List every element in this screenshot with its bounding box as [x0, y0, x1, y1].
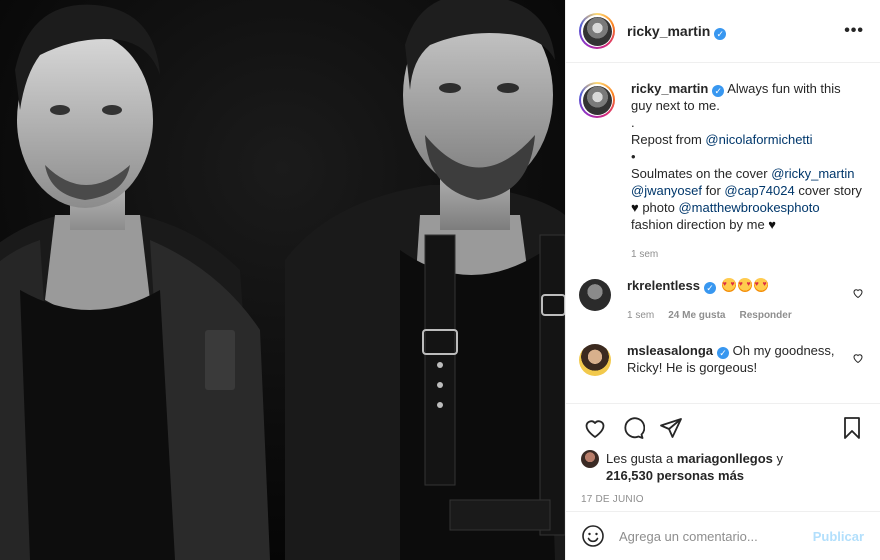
commenter-username[interactable]: msleasalonga [627, 343, 713, 358]
comment-item: msleasalonga ✓ Oh my goodness, Ricky! He … [579, 342, 864, 376]
post-header: ricky_martin ✓ ••• [566, 0, 880, 63]
likes-count[interactable]: 216,530 personas más [606, 468, 744, 483]
caption-username[interactable]: ricky_martin [631, 81, 708, 96]
caption: ricky_martin ✓ Always fun with this guy n… [579, 80, 864, 263]
black-heart-emoji-icon: ♥ [631, 200, 639, 215]
heart-eyes-emoji-icon [753, 276, 768, 293]
caption-bullet: • [631, 149, 636, 164]
repost-label: Repost from [631, 132, 706, 147]
post-actions: Les gusta a mariagonllegos y 216,530 per… [566, 403, 880, 505]
black-heart-emoji-icon: ♥ [768, 217, 777, 232]
caption-text: photo [638, 200, 679, 215]
post-side-panel: ricky_martin ✓ ••• ricky_martin ✓ Always f… [565, 0, 880, 560]
like-heart-icon[interactable] [581, 414, 609, 442]
comment-item: rkrelentless ✓ 1 sem 24 Me gusta Responde… [579, 276, 864, 324]
mention-link[interactable]: @matthewbrookesphoto [678, 200, 819, 215]
caption-text: for [702, 183, 725, 198]
heart-eyes-emoji-icon [721, 276, 736, 293]
likes-prefix: Les gusta a [606, 451, 677, 466]
reply-button[interactable]: Responder [739, 307, 791, 324]
comments-list[interactable]: ricky_martin ✓ Always fun with this guy n… [566, 64, 880, 403]
author-avatar[interactable] [579, 13, 615, 49]
commenter-avatar[interactable] [579, 279, 611, 311]
mention-link[interactable]: @cap74024 [724, 183, 794, 198]
comment-bubble-icon[interactable] [619, 414, 647, 442]
mention-link[interactable]: @ricky_martin [771, 166, 854, 181]
liker-username[interactable]: mariagonllegos [677, 451, 773, 466]
save-bookmark-icon[interactable] [838, 414, 866, 442]
verified-badge-icon: ✓ [704, 282, 716, 294]
verified-badge-icon: ✓ [714, 27, 727, 40]
caption-avatar[interactable] [579, 82, 615, 118]
emoji-smiley-icon[interactable] [581, 524, 605, 548]
author-username[interactable]: ricky_martin ✓ [627, 23, 727, 40]
like-comment-heart-icon[interactable] [852, 287, 864, 299]
publish-button[interactable]: Publicar [813, 529, 864, 544]
like-comment-heart-icon[interactable] [852, 352, 864, 364]
heart-eyes-emoji-icon [737, 276, 752, 293]
verified-badge-icon: ✓ [712, 85, 725, 97]
mention-link[interactable]: @jwanyosef [631, 183, 702, 198]
caption-text: cover story [794, 183, 862, 198]
comment-input[interactable] [619, 528, 813, 544]
likes-conjunction: y [772, 451, 784, 466]
post-date[interactable]: 17 DE JUNIO [581, 494, 866, 505]
liker-avatar[interactable] [581, 450, 599, 468]
verified-badge-icon: ✓ [717, 347, 729, 359]
caption-time[interactable]: 1 sem [631, 246, 658, 263]
caption-text: Soulmates on the cover [631, 166, 772, 181]
likes-summary: Les gusta a mariagonllegos y 216,530 per… [581, 450, 866, 484]
photo-image [0, 0, 565, 560]
more-options-icon[interactable]: ••• [844, 22, 864, 40]
caption-text: fashion direction by me [631, 217, 769, 232]
share-paper-plane-icon[interactable] [657, 414, 685, 442]
commenter-username[interactable]: rkrelentless [627, 278, 700, 293]
comment-time[interactable]: 1 sem [627, 307, 654, 324]
comment-likes[interactable]: 24 Me gusta [668, 307, 725, 324]
comment-composer: Publicar [566, 511, 880, 560]
caption-dot: . [631, 115, 635, 130]
post-photo[interactable] [0, 0, 565, 560]
commenter-avatar[interactable] [579, 344, 611, 376]
mention-link[interactable]: @nicolaformichetti [705, 132, 812, 147]
